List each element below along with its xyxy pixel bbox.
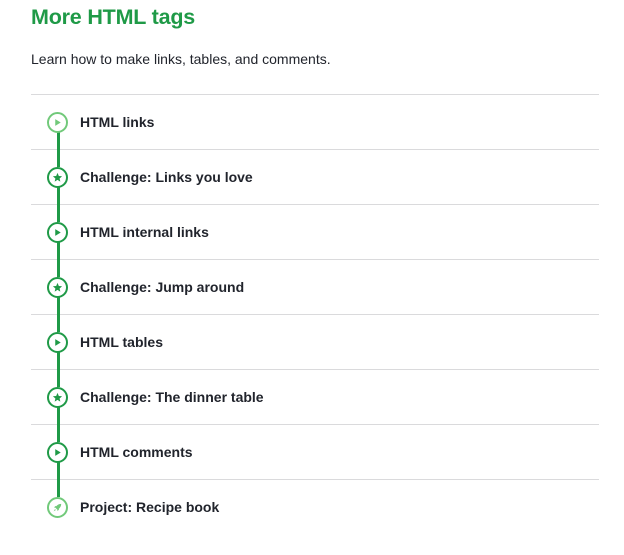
play-icon (47, 442, 68, 463)
progress-connector (57, 132, 60, 151)
progress-connector (57, 242, 60, 261)
lesson-label: HTML tables (80, 334, 163, 350)
progress-connector (57, 205, 60, 222)
lesson-label: Challenge: The dinner table (80, 389, 264, 405)
lesson-label: HTML comments (80, 444, 193, 460)
progress-connector (57, 425, 60, 442)
star-icon (47, 277, 68, 298)
progress-connector (57, 462, 60, 481)
lesson-label: Project: Recipe book (80, 499, 220, 515)
lesson-list: HTML links Challenge: Links you love HTM… (31, 94, 599, 535)
play-icon (47, 332, 68, 353)
play-icon (47, 222, 68, 243)
progress-connector (57, 260, 60, 277)
lesson-item-challenge-jump-around[interactable]: Challenge: Jump around (31, 260, 599, 316)
rocket-icon (47, 497, 68, 518)
lesson-label: Challenge: Jump around (80, 279, 245, 295)
progress-connector (57, 150, 60, 167)
lesson-label: HTML links (80, 114, 155, 130)
progress-connector (57, 407, 60, 426)
lesson-item-html-links[interactable]: HTML links (31, 95, 599, 151)
lesson-item-challenge-the-dinner-table[interactable]: Challenge: The dinner table (31, 370, 599, 426)
progress-connector (57, 370, 60, 387)
progress-connector (57, 315, 60, 332)
lesson-item-html-internal-links[interactable]: HTML internal links (31, 205, 599, 261)
play-icon (47, 112, 68, 133)
progress-connector (57, 187, 60, 206)
lesson-item-project-recipe-book[interactable]: Project: Recipe book (31, 480, 599, 535)
unit-title: More HTML tags (31, 5, 196, 29)
lesson-item-html-comments[interactable]: HTML comments (31, 425, 599, 481)
progress-connector (57, 480, 60, 497)
lesson-item-html-tables[interactable]: HTML tables (31, 315, 599, 371)
progress-connector (57, 352, 60, 371)
unit-description: Learn how to make links, tables, and com… (31, 51, 331, 67)
star-icon (47, 387, 68, 408)
lesson-label: Challenge: Links you love (80, 169, 253, 185)
lesson-label: HTML internal links (80, 224, 209, 240)
lesson-item-challenge-links-you-love[interactable]: Challenge: Links you love (31, 150, 599, 206)
progress-connector (57, 297, 60, 316)
star-icon (47, 167, 68, 188)
